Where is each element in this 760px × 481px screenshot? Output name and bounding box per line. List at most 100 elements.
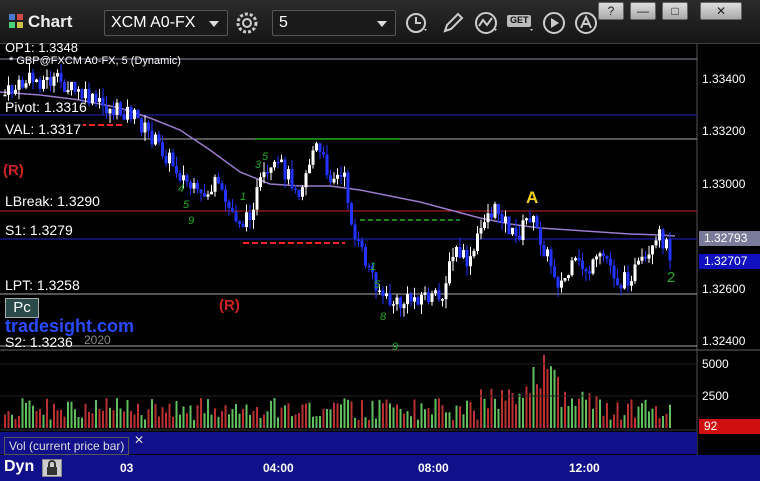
volume-bar — [592, 408, 594, 428]
volume-bar — [399, 408, 402, 428]
candle-body — [518, 235, 521, 241]
candle-body — [56, 72, 59, 77]
volume-bar — [644, 399, 647, 428]
volume-bar — [126, 400, 129, 428]
volume-bar — [137, 403, 139, 428]
volume-bar — [207, 399, 209, 428]
last-price-tag: 1.32707 — [699, 254, 760, 269]
volume-bar — [263, 414, 265, 428]
volume-bar — [319, 416, 321, 428]
volume-bar — [4, 414, 6, 428]
volume-bar — [452, 419, 454, 428]
volume-bar — [161, 407, 164, 428]
watermark-year: 2020 — [84, 333, 111, 347]
candle-body — [504, 216, 507, 223]
candle-body — [434, 290, 437, 294]
candle-body — [35, 79, 38, 83]
volume-bar — [259, 418, 262, 428]
close-study-button[interactable]: ✕ — [134, 433, 144, 447]
candle-body — [605, 256, 609, 259]
candle-body — [290, 168, 294, 189]
candle-body — [161, 142, 164, 156]
candle-body — [273, 161, 276, 168]
chart-subtitle: * GBP@FXCM A0-FX, 5 (Dynamic) — [9, 55, 181, 67]
volume-bar — [109, 407, 111, 428]
candle-body — [112, 108, 115, 115]
volume-bar — [158, 416, 160, 428]
volume-bar — [431, 414, 433, 428]
volume-bar — [28, 400, 31, 428]
candle-body — [500, 214, 504, 223]
candle-body — [511, 227, 514, 235]
volume-study-label[interactable]: Vol (current price bar) — [4, 437, 130, 455]
lock-button[interactable] — [42, 459, 62, 477]
candle-body — [535, 216, 539, 228]
volume-bar — [18, 415, 20, 428]
candle-body — [231, 207, 234, 212]
volume-bar — [270, 400, 272, 428]
candle-body — [584, 269, 588, 272]
candle-body — [388, 293, 392, 305]
candle-body — [276, 161, 280, 164]
volume-bar — [609, 419, 612, 428]
volume-bar — [627, 403, 629, 428]
candle-body — [287, 168, 290, 180]
volume-bar — [273, 398, 276, 428]
volume-bar — [448, 412, 451, 428]
time-axis-band — [0, 455, 760, 481]
candle-body — [539, 227, 542, 246]
volume-bar — [543, 354, 545, 428]
volume-bar — [165, 412, 167, 428]
volume-bar — [574, 405, 577, 428]
candle-body — [630, 281, 633, 286]
candle-body — [297, 189, 301, 197]
candle-body — [458, 246, 462, 258]
volume-bar — [256, 407, 258, 428]
candle-body — [525, 218, 528, 221]
candle-body — [322, 152, 325, 155]
volume-bar — [67, 401, 69, 428]
candle-body — [658, 229, 661, 241]
pc-badge[interactable]: Pc — [5, 298, 39, 318]
s1-label: S1: 1.3279 — [5, 222, 73, 238]
svg-text:5: 5 — [262, 151, 269, 163]
candle-body — [24, 83, 28, 88]
candle-body — [616, 278, 619, 285]
volume-bar — [371, 400, 374, 428]
volume-bar — [567, 406, 570, 428]
candle-body — [514, 227, 518, 236]
close-icon: ✕ — [134, 433, 145, 447]
candle-body — [119, 102, 122, 115]
dynamic-toggle[interactable]: Dyn — [4, 458, 34, 476]
candle-body — [385, 293, 388, 297]
candle-body — [602, 253, 605, 257]
volume-bar — [291, 416, 293, 428]
candle-body — [262, 172, 266, 178]
volume-bar — [340, 404, 342, 428]
volume-bar — [473, 410, 475, 428]
candle-body — [238, 221, 241, 225]
svg-text:3: 3 — [255, 159, 262, 171]
volume-bar — [483, 398, 486, 428]
candle-body — [42, 80, 45, 89]
volume-bar — [7, 410, 10, 428]
price-chart[interactable]: 459 135 1589 — [0, 0, 760, 481]
candle-body — [633, 264, 637, 282]
candle-body — [115, 102, 119, 115]
candle-body — [451, 256, 455, 262]
volume-bar — [172, 416, 174, 428]
volume-bar — [655, 405, 657, 428]
volume-bar — [504, 400, 507, 428]
candle-body — [91, 93, 94, 104]
svg-text:9: 9 — [392, 341, 398, 353]
candle-body — [308, 164, 311, 174]
volume-bar — [602, 415, 605, 428]
volume-bar — [413, 399, 416, 428]
volume-bar — [35, 410, 38, 428]
volume-bar — [396, 404, 398, 428]
candle-body — [94, 93, 98, 102]
volume-bar — [189, 405, 192, 428]
candle-body — [598, 253, 602, 257]
volume-bar — [102, 410, 104, 428]
candle-body — [493, 203, 497, 218]
